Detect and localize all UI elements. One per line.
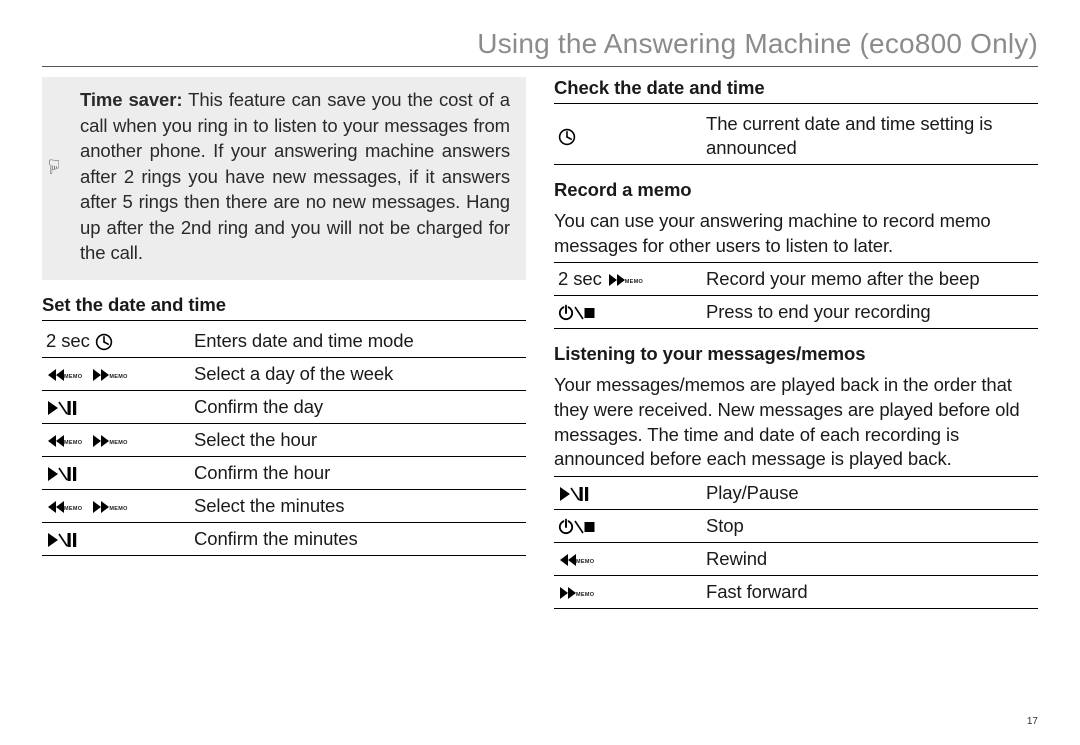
table-row: Stop — [554, 509, 1038, 542]
memo-label: MEMO — [109, 440, 127, 447]
instr-desc: Select the hour — [190, 423, 526, 456]
instr-desc: Enters date and time mode — [190, 325, 526, 358]
heading-set-datetime: Set the date and time — [42, 294, 526, 321]
instr-desc: Rewind — [702, 542, 1038, 575]
fast-forward-icon — [91, 499, 111, 515]
table-row: MEMO MEMO Select the hour — [42, 423, 526, 456]
table-record-memo: 2 sec MEMO Record your memo after the be… — [554, 263, 1038, 329]
instr-desc: Press to end your recording — [702, 296, 1038, 329]
table-row: Press to end your recording — [554, 296, 1038, 329]
memo-label: MEMO — [64, 374, 82, 381]
table-row: Confirm the minutes — [42, 522, 526, 555]
table-row: 2 sec MEMO Record your memo after the be… — [554, 263, 1038, 296]
memo-label: MEMO — [109, 506, 127, 513]
instr-desc: Fast forward — [702, 575, 1038, 608]
manual-page: Using the Answering Machine (eco800 Only… — [0, 0, 1080, 745]
instr-desc: Confirm the minutes — [190, 522, 526, 555]
table-row: MEMO Rewind — [554, 542, 1038, 575]
memo-label: MEMO — [625, 279, 643, 286]
heading-record-memo: Record a memo — [554, 179, 1038, 205]
heading-check-datetime: Check the date and time — [554, 77, 1038, 104]
instr-desc: Select the minutes — [190, 489, 526, 522]
table-row: Play/Pause — [554, 477, 1038, 510]
table-row: Confirm the hour — [42, 456, 526, 489]
table-set-datetime: 2 sec Enters date and time mode MEMO MEM… — [42, 325, 526, 556]
instr-desc: Stop — [702, 509, 1038, 542]
instr-desc: Confirm the hour — [190, 456, 526, 489]
tip-text: Time saver: This feature can save you th… — [58, 87, 510, 266]
rewind-icon — [46, 433, 66, 449]
table-row: Confirm the day — [42, 390, 526, 423]
page-number: 17 — [1027, 716, 1038, 727]
tip-label: Time saver: — [80, 89, 182, 110]
tip-body: This feature can save you the cost of a … — [80, 89, 510, 263]
left-column: ☟ Time saver: This feature can save you … — [42, 77, 526, 609]
memo-label: MEMO — [576, 592, 594, 599]
table-row: MEMO MEMO Select the minutes — [42, 489, 526, 522]
instr-desc: The current date and time setting is ann… — [702, 108, 1038, 165]
table-listen: Play/Pause Stop MEMO Rewind — [554, 477, 1038, 609]
fast-forward-icon — [558, 585, 578, 601]
content-columns: ☟ Time saver: This feature can save you … — [42, 77, 1038, 609]
memo-label: MEMO — [64, 506, 82, 513]
play-pause-icon — [46, 465, 78, 483]
table-row: MEMO Fast forward — [554, 575, 1038, 608]
table-check-datetime: The current date and time setting is ann… — [554, 108, 1038, 165]
record-memo-intro: You can use your answering machine to re… — [554, 205, 1038, 263]
right-column: Check the date and time The current date… — [554, 77, 1038, 609]
play-pause-icon — [558, 485, 590, 503]
listen-intro: Your messages/memos are played back in t… — [554, 369, 1038, 476]
instr-desc: Play/Pause — [702, 477, 1038, 510]
heading-listen: Listening to your messages/memos — [554, 343, 1038, 369]
table-row: The current date and time setting is ann… — [554, 108, 1038, 165]
fast-forward-icon — [607, 272, 627, 288]
page-title: Using the Answering Machine (eco800 Only… — [42, 28, 1038, 67]
rewind-icon — [46, 499, 66, 515]
key-prefix: 2 sec — [558, 268, 607, 289]
time-saver-tip: ☟ Time saver: This feature can save you … — [42, 77, 526, 280]
instr-desc: Select a day of the week — [190, 357, 526, 390]
pointing-hand-icon: ☟ — [48, 158, 60, 178]
play-pause-icon — [46, 531, 78, 549]
key-prefix: 2 sec — [46, 330, 95, 351]
clock-icon — [95, 333, 113, 351]
clock-icon — [558, 128, 576, 146]
instr-desc: Confirm the day — [190, 390, 526, 423]
rewind-icon — [46, 367, 66, 383]
table-row: 2 sec Enters date and time mode — [42, 325, 526, 358]
power-stop-icon — [558, 304, 596, 322]
instr-desc: Record your memo after the beep — [702, 263, 1038, 296]
rewind-icon — [558, 552, 578, 568]
memo-label: MEMO — [64, 440, 82, 447]
memo-label: MEMO — [109, 374, 127, 381]
fast-forward-icon — [91, 433, 111, 449]
play-pause-icon — [46, 399, 78, 417]
fast-forward-icon — [91, 367, 111, 383]
memo-label: MEMO — [576, 559, 594, 566]
power-stop-icon — [558, 518, 596, 536]
table-row: MEMO MEMO Select a day of the week — [42, 357, 526, 390]
